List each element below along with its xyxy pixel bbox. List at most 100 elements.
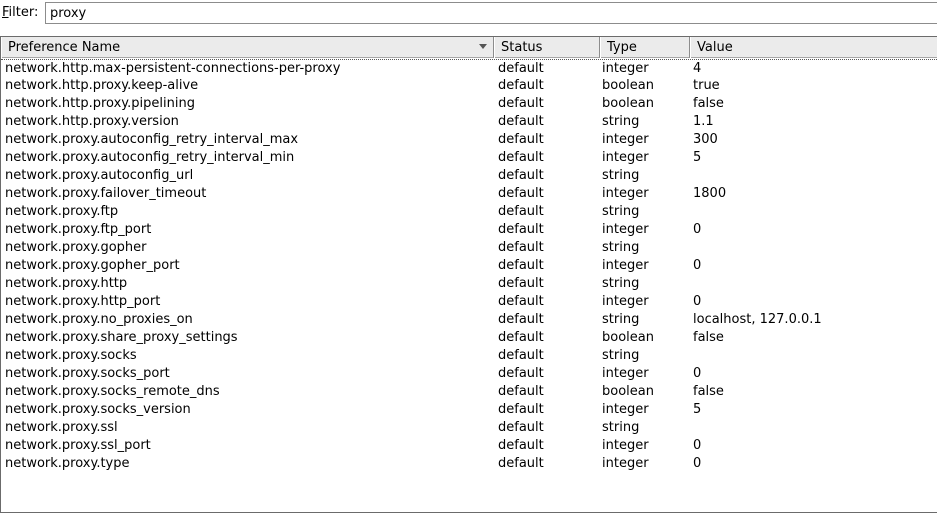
preference-name-cell: network.http.proxy.pipelining — [5, 96, 195, 111]
column-header-preference-name[interactable]: Preference Name — [1, 37, 494, 58]
status-cell: default — [498, 366, 544, 381]
table-row[interactable]: network.proxy.failover_timeout default int… — [1, 185, 937, 203]
sort-descending-icon — [479, 44, 487, 49]
table-row[interactable]: network.proxy.ftp_port default integer 0 — [1, 221, 937, 239]
tree-header: Preference Name Status Type Value — [1, 37, 937, 58]
table-row[interactable]: network.proxy.ftp default string — [1, 203, 937, 221]
column-header-status[interactable]: Status — [494, 37, 600, 58]
type-cell: string — [602, 114, 640, 129]
type-cell: integer — [602, 132, 649, 147]
table-row[interactable]: network.proxy.ssl default string — [1, 419, 937, 437]
type-cell: integer — [602, 402, 649, 417]
column-header-label: Type — [607, 40, 637, 55]
table-row[interactable]: network.http.proxy.pipelining default bool… — [1, 95, 937, 113]
status-cell: default — [498, 222, 544, 237]
table-row[interactable]: network.http.max-persistent-connections-… — [1, 59, 937, 77]
table-row[interactable]: network.proxy.type default integer 0 — [1, 455, 937, 473]
status-cell: default — [498, 276, 544, 291]
table-row[interactable]: network.proxy.socks_remote_dns default boo… — [1, 383, 937, 401]
preference-name-cell: network.proxy.type — [5, 456, 130, 471]
value-cell: 0 — [693, 222, 702, 237]
preference-name-cell: network.proxy.no_proxies_on — [5, 312, 193, 327]
type-cell: integer — [602, 150, 649, 165]
value-cell: 0 — [693, 456, 702, 471]
status-cell: default — [498, 204, 544, 219]
type-cell: string — [602, 204, 640, 219]
table-row[interactable]: network.proxy.gopher default string — [1, 239, 937, 257]
value-cell: 5 — [693, 402, 702, 417]
status-cell: default — [498, 61, 544, 76]
status-cell: default — [498, 348, 544, 363]
table-row[interactable]: network.proxy.autoconfig_retry_interval_… — [1, 149, 937, 167]
value-cell: 0 — [693, 366, 702, 381]
type-cell: integer — [602, 258, 649, 273]
type-cell: integer — [602, 366, 649, 381]
status-cell: default — [498, 258, 544, 273]
status-cell: default — [498, 438, 544, 453]
column-header-label: Status — [501, 40, 543, 55]
status-cell: default — [498, 312, 544, 327]
type-cell: string — [602, 276, 640, 291]
column-header-type[interactable]: Type — [600, 37, 690, 58]
table-row[interactable]: network.proxy.gopher_port default integer 0 — [1, 257, 937, 275]
type-cell: integer — [602, 222, 649, 237]
table-row[interactable]: network.proxy.socks_version default intege… — [1, 401, 937, 419]
value-cell: 0 — [693, 438, 702, 453]
preferences-tree[interactable]: Preference Name Status Type Value networ… — [0, 36, 937, 513]
preference-name-cell: network.proxy.ssl_port — [5, 438, 151, 453]
preference-name-cell: network.proxy.socks — [5, 348, 137, 363]
table-row[interactable]: network.proxy.autoconfig_retry_interval_… — [1, 131, 937, 149]
value-cell: true — [693, 78, 720, 93]
status-cell: default — [498, 294, 544, 309]
preference-name-cell: network.proxy.share_proxy_settings — [5, 330, 238, 345]
status-cell: default — [498, 114, 544, 129]
status-cell: default — [498, 96, 544, 111]
table-row[interactable]: network.proxy.ssl_port default integer 0 — [1, 437, 937, 455]
value-cell: 0 — [693, 258, 702, 273]
preference-rows: network.http.max-persistent-connections-… — [1, 59, 937, 473]
preference-name-cell: network.http.max-persistent-connections-… — [5, 61, 341, 76]
status-cell: default — [498, 240, 544, 255]
type-cell: string — [602, 420, 640, 435]
table-row[interactable]: network.proxy.http_port default integer 0 — [1, 293, 937, 311]
value-cell: localhost, 127.0.0.1 — [693, 312, 822, 327]
type-cell: boolean — [602, 96, 654, 111]
preference-name-cell: network.proxy.ftp — [5, 204, 119, 219]
type-cell: string — [602, 312, 640, 327]
value-cell: false — [693, 384, 724, 399]
preference-name-cell: network.proxy.failover_timeout — [5, 186, 207, 201]
table-row[interactable]: network.proxy.socks default string — [1, 347, 937, 365]
type-cell: integer — [602, 456, 649, 471]
value-cell: false — [693, 96, 724, 111]
type-cell: integer — [602, 61, 649, 76]
type-cell: boolean — [602, 384, 654, 399]
value-cell: 1800 — [693, 186, 727, 201]
table-row[interactable]: network.http.proxy.keep-alive default bool… — [1, 77, 937, 95]
type-cell: boolean — [602, 330, 654, 345]
table-row[interactable]: network.proxy.autoconfig_url default strin… — [1, 167, 937, 185]
type-cell: boolean — [602, 78, 654, 93]
preference-name-cell: network.proxy.http_port — [5, 294, 161, 309]
table-row[interactable]: network.proxy.socks_port default integer 0 — [1, 365, 937, 383]
table-row[interactable]: network.proxy.share_proxy_settings defaul… — [1, 329, 937, 347]
filter-label: Filter: — [2, 5, 38, 20]
preference-name-cell: network.proxy.http — [5, 276, 128, 291]
preference-name-cell: network.proxy.socks_port — [5, 366, 170, 381]
table-row[interactable]: network.proxy.no_proxies_on default string… — [1, 311, 937, 329]
type-cell: integer — [602, 294, 649, 309]
preference-name-cell: network.proxy.ssl — [5, 420, 118, 435]
type-cell: string — [602, 240, 640, 255]
preference-name-cell: network.proxy.ftp_port — [5, 222, 152, 237]
type-cell: integer — [602, 438, 649, 453]
preference-name-cell: network.http.proxy.version — [5, 114, 179, 129]
table-row[interactable]: network.http.proxy.version default string 1… — [1, 113, 937, 131]
column-header-label: Value — [697, 40, 733, 55]
table-row[interactable]: network.proxy.http default string — [1, 275, 937, 293]
value-cell: 300 — [693, 132, 718, 147]
status-cell: default — [498, 402, 544, 417]
filter-input[interactable] — [45, 2, 937, 24]
filter-label-text: ilter: — [8, 5, 39, 20]
status-cell: default — [498, 168, 544, 183]
column-header-value[interactable]: Value — [690, 37, 937, 58]
filter-bar: Filter: — [0, 0, 937, 28]
